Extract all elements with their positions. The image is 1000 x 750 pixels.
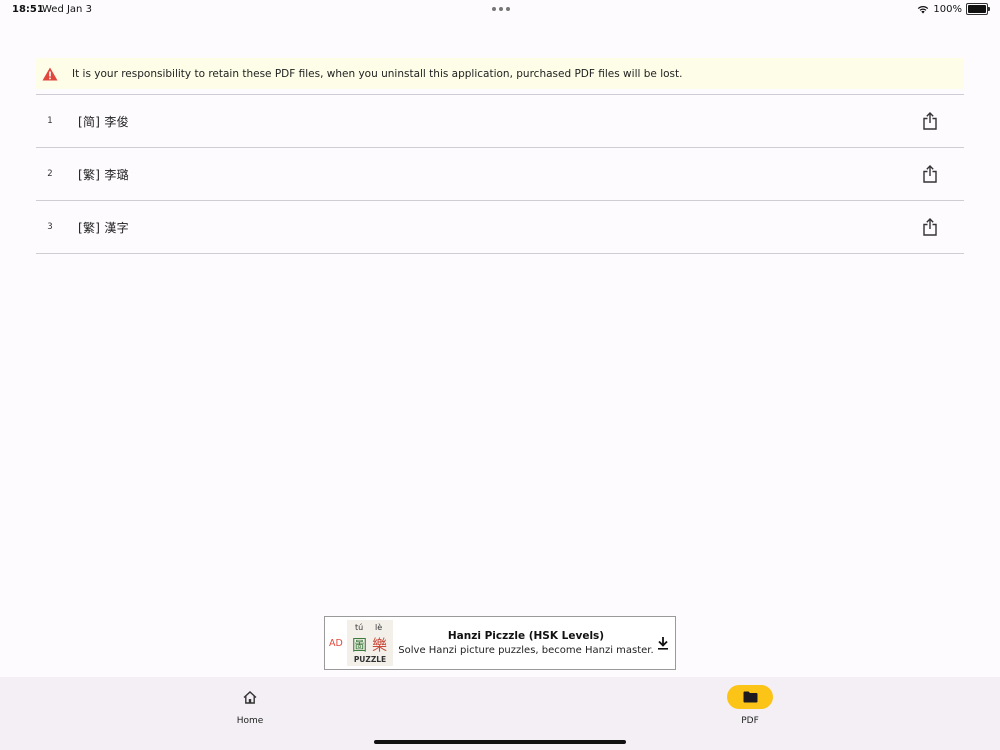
nav-pdf-label: PDF [741,716,759,726]
item-name: [繁] 李璐 [78,167,129,182]
warning-icon [42,67,58,80]
item-index: 1 [47,116,53,126]
screen: 18:51 Wed Jan 3 100% It is your responsi… [0,0,1000,750]
pdf-file-list: 1 [简] 李俊 2 [繁] 李璐 3 [繁] 漢字 [36,94,964,254]
ad-label: AD [329,637,343,649]
download-icon[interactable] [657,636,669,650]
item-name: [繁] 漢字 [78,220,129,235]
nav-pdf-pill [727,685,773,709]
status-right: 100% [917,3,990,15]
folder-icon [743,691,757,703]
ad-title: Hanzi Piczzle (HSK Levels) [447,630,605,642]
nav-home[interactable]: Home [210,685,290,726]
thumb-char-2: 樂 [372,636,388,654]
thumb-char-1: 圖 [352,636,368,654]
thumb-caption: PUZZLE [353,655,387,664]
status-bar: 18:51 Wed Jan 3 100% [0,0,1000,18]
ad-text: Hanzi Piczzle (HSK Levels) Solve Hanzi p… [395,630,657,656]
list-item[interactable]: 1 [简] 李俊 [36,95,964,148]
item-name: [简] 李俊 [78,114,129,129]
home-indicator[interactable] [374,740,626,744]
nav-home-pill [227,685,273,709]
nav-pdf[interactable]: PDF [710,685,790,726]
share-icon[interactable] [922,218,938,236]
share-icon[interactable] [922,112,938,130]
thumb-pinyin-2: lè [375,623,383,632]
ad-banner[interactable]: AD tú lè 圖 樂 PUZZLE Hanzi Piczzle (HSK L… [324,616,676,670]
home-icon [243,690,257,704]
battery-icon [966,3,990,15]
item-index: 3 [47,222,53,232]
list-item[interactable]: 3 [繁] 漢字 [36,201,964,254]
wifi-icon [918,5,929,13]
warning-banner: It is your responsibility to retain thes… [36,58,964,89]
battery-percent: 100% [933,3,962,15]
ad-subtitle: Solve Hanzi picture puzzles, become Hanz… [398,645,654,656]
nav-home-label: Home [236,716,264,726]
list-item[interactable]: 2 [繁] 李璐 [36,148,964,201]
thumb-pinyin-1: tú [355,623,364,632]
item-index: 2 [47,169,53,179]
ad-thumbnail: tú lè 圖 樂 PUZZLE [347,620,393,666]
status-time: 18:51 [12,4,44,15]
share-icon[interactable] [922,165,938,183]
status-date: Wed Jan 3 [42,4,92,15]
multitasking-dots-icon[interactable] [492,7,510,11]
warning-text: It is your responsibility to retain thes… [72,67,683,80]
